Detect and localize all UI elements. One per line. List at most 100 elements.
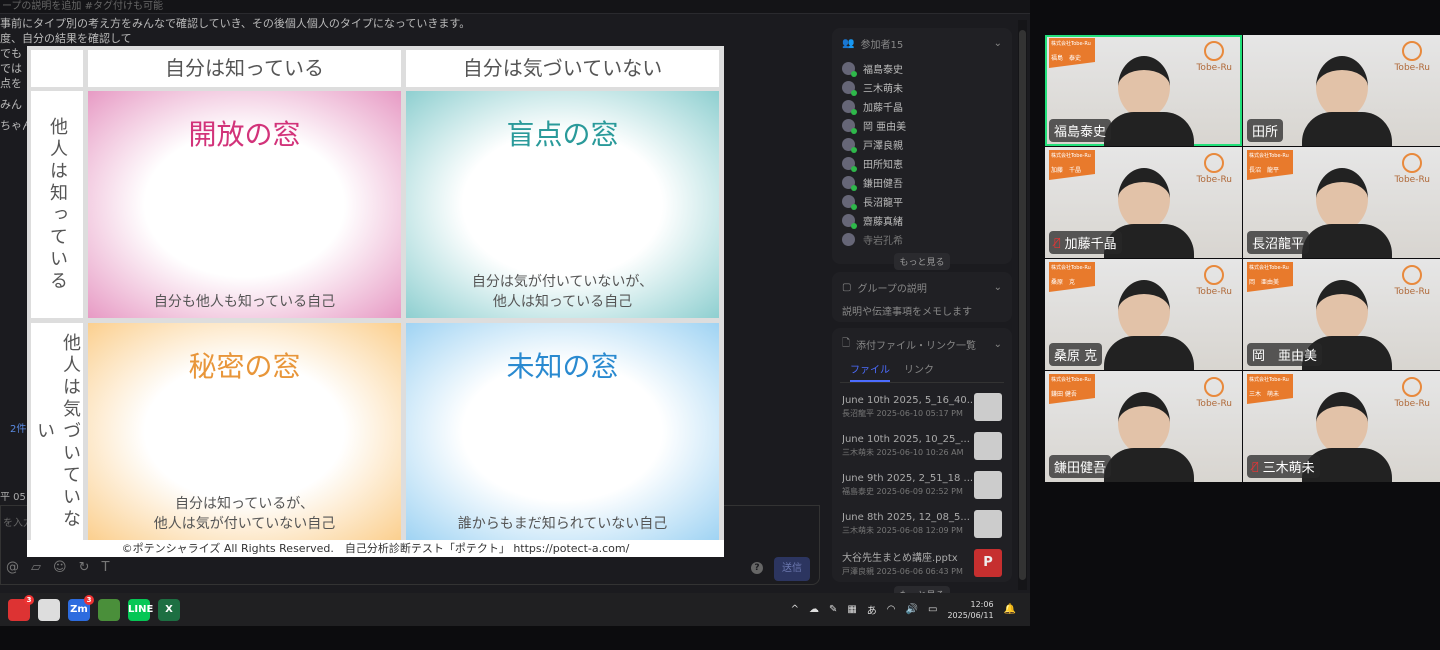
participant-item[interactable]: 鎌田健吾 xyxy=(832,173,1012,192)
participant-item[interactable]: 戸澤良親 xyxy=(832,135,1012,154)
participant-name: 田所知恵 xyxy=(863,160,903,171)
people-icon: 👥 xyxy=(842,38,855,49)
cell-caption: 自分も他人も知っている自己 xyxy=(153,294,336,310)
keyboard-icon[interactable]: ▦ xyxy=(847,604,856,615)
file-item[interactable]: June 9th 2025, 2_51_18 ... 福島泰史 2025-06-0… xyxy=(832,465,1012,504)
logo-text: Tobe-Ru xyxy=(1394,287,1430,297)
file-date: 2025-06-10 05:17 PM xyxy=(876,408,963,418)
cell-caption: 自分は知っているが、 他人は気が付いていない自己 xyxy=(153,496,336,532)
scrollbar[interactable] xyxy=(1018,20,1027,590)
scrollbar-thumb[interactable] xyxy=(1019,30,1026,580)
online-status-icon xyxy=(851,128,857,134)
reply-count-link[interactable]: 2件 xyxy=(10,420,26,435)
chevron-down-icon[interactable]: ⌄ xyxy=(994,282,1002,293)
attachments-header[interactable]: 🗋 添付ファイル・リンク一覧 ⌄ xyxy=(832,328,1012,361)
participant-item[interactable]: 加藤千晶 xyxy=(832,97,1012,116)
row-header-known: 他人は知っている xyxy=(31,91,83,318)
clock-date: 2025/06/11 xyxy=(947,610,994,620)
chevron-up-icon[interactable]: ^ xyxy=(791,604,799,615)
participant-name: 長沼龍平 xyxy=(863,198,903,209)
group-description-panel: ▢ グループの説明 ⌄ 説明や伝達事項をメモします xyxy=(832,272,1012,322)
chrome-icon[interactable] xyxy=(98,598,120,621)
participant-name: 鎌田健吾 xyxy=(863,179,903,190)
attachments-tabs: ファイル リンク xyxy=(840,361,1004,383)
clock[interactable]: 12:06 2025/06/11 xyxy=(947,599,993,621)
cell-title: 未知の窓 xyxy=(506,350,619,383)
cloud-icon[interactable]: ☁ xyxy=(809,604,819,615)
video-tile[interactable]: 株式会社Tobe-Ru 福島 泰史 Tobe-Ru 福島泰史 xyxy=(1045,35,1242,146)
name-badge: 株式会社Tobe-Ru 福島 泰史 xyxy=(1049,38,1095,68)
video-tile[interactable]: 株式会社Tobe-Ru 三木 萌未 Tobe-Ru 🎙̸ 三木萌未 xyxy=(1243,371,1440,482)
participant-name: 寺岩孔希 xyxy=(863,236,903,247)
app-red-icon[interactable]: 3 xyxy=(8,594,34,621)
participant-name: 岡 亜由美 xyxy=(863,122,907,133)
video-tile[interactable]: Tobe-Ru 田所 xyxy=(1243,35,1440,146)
video-tile[interactable]: 株式会社Tobe-Ru 加藤 千晶 Tobe-Ru 🎙̸ 加藤千晶 xyxy=(1045,147,1242,258)
tobe-ru-logo: Tobe-Ru xyxy=(1196,153,1232,185)
file-icon: 🗋 xyxy=(842,338,851,349)
online-status-icon xyxy=(851,204,857,210)
avatar xyxy=(842,233,855,246)
chevron-down-icon[interactable]: ⌄ xyxy=(994,339,1002,350)
tab-files[interactable]: ファイル xyxy=(850,361,890,382)
participants-header[interactable]: 👥 参加者15 ⌄ xyxy=(832,28,1012,59)
zoom-icon[interactable]: Zm 3 xyxy=(68,594,94,621)
chevron-down-icon[interactable]: ⌄ xyxy=(994,38,1002,49)
online-status-icon xyxy=(851,147,857,153)
avatar xyxy=(842,100,857,115)
group-description-bar[interactable]: ープの説明を追加 #タグ付けも可能 xyxy=(0,0,1030,14)
participant-item[interactable]: 寺岩孔希 xyxy=(832,230,1012,249)
badge-name: 桑原 克 xyxy=(1051,279,1076,286)
participant-name-label: 長沼龍平 xyxy=(1247,231,1310,254)
video-tile[interactable]: 株式会社Tobe-Ru 鎌田 健吾 Tobe-Ru 鎌田健吾 xyxy=(1045,371,1242,482)
text-format-icon[interactable]: T xyxy=(101,560,109,575)
attach-icon[interactable]: ↻ xyxy=(79,560,90,575)
file-item[interactable]: June 10th 2025, 5_16_40... 長沼龍平 2025-06-1… xyxy=(832,387,1012,426)
send-button[interactable]: 送信 xyxy=(774,557,810,581)
file-item[interactable]: June 10th 2025, 10_25_... 三木萌未 2025-06-10… xyxy=(832,426,1012,465)
mention-icon[interactable]: @ xyxy=(6,560,19,575)
video-tile[interactable]: 株式会社Tobe-Ru 長沼 龍平 Tobe-Ru 長沼龍平 xyxy=(1243,147,1440,258)
file-item[interactable]: 大谷先生まとめ講座.pptx 戸澤良親 2025-06-06 06:43 PM P xyxy=(832,543,1012,582)
participant-item[interactable]: 三木萌未 xyxy=(832,78,1012,97)
ime-indicator[interactable]: あ xyxy=(867,602,877,617)
participants-more-button[interactable]: もっと見る xyxy=(894,253,950,270)
tab-links[interactable]: リンク xyxy=(904,361,934,382)
stamp-icon[interactable]: ▱ xyxy=(31,560,41,575)
notification-badge: 3 xyxy=(24,594,34,605)
group-description-header[interactable]: ▢ グループの説明 ⌄ xyxy=(832,272,1012,303)
logo-text: Tobe-Ru xyxy=(1196,399,1232,409)
logo-text: Tobe-Ru xyxy=(1196,63,1232,73)
attachments-title: 添付ファイル・リンク一覧 xyxy=(856,341,977,352)
pen-icon[interactable]: ✎ xyxy=(829,604,837,615)
file-item[interactable]: June 8th 2025, 12_08_5... 三木萌未 2025-06-08… xyxy=(832,504,1012,543)
participant-video xyxy=(1301,168,1392,258)
participant-name-label: 岡 亜由美 xyxy=(1247,343,1323,366)
participant-item[interactable]: 田所知恵 xyxy=(832,154,1012,173)
battery-icon[interactable]: ▭ xyxy=(928,604,937,615)
system-tray: ^ ☁ ✎ ▦ あ ◠ 🔊 ▭ 12:06 2025/06/11 🔔 xyxy=(791,593,1016,626)
video-tile[interactable]: 株式会社Tobe-Ru 桑原 克 Tobe-Ru 桑原 克 xyxy=(1045,259,1242,370)
line-icon[interactable]: LINE xyxy=(128,598,153,621)
emoji-icon[interactable]: ☺ xyxy=(53,560,67,575)
excel-icon[interactable]: X xyxy=(158,598,180,621)
group-description-placeholder[interactable]: 説明や伝達事項をメモします xyxy=(832,303,1012,318)
volume-icon[interactable]: 🔊 xyxy=(906,604,918,615)
tobe-ru-logo: Tobe-Ru xyxy=(1196,41,1232,73)
tile-name: 鎌田健吾 xyxy=(1054,461,1107,476)
participant-item[interactable]: 岡 亜由美 xyxy=(832,116,1012,135)
help-icon[interactable]: ? xyxy=(751,562,763,574)
video-tile[interactable]: 株式会社Tobe-Ru 岡 亜由美 Tobe-Ru 岡 亜由美 xyxy=(1243,259,1440,370)
file-name: June 10th 2025, 10_25_... xyxy=(842,433,970,445)
document-icon[interactable] xyxy=(38,598,60,621)
cell-title: 秘密の窓 xyxy=(188,350,301,383)
file-date: 2025-06-09 02:52 PM xyxy=(876,486,963,496)
composer-toolbar: @ ▱ ☺ ↻ T xyxy=(6,560,109,575)
participant-item[interactable]: 齋藤真緒 xyxy=(832,211,1012,230)
notification-icon[interactable]: 🔔 xyxy=(1004,604,1016,615)
wifi-icon[interactable]: ◠ xyxy=(887,604,896,615)
file-name: June 9th 2025, 2_51_18 ... xyxy=(842,472,974,484)
participant-item[interactable]: 長沼龍平 xyxy=(832,192,1012,211)
participant-item[interactable]: 福島泰史 xyxy=(832,59,1012,78)
name-badge: 株式会社Tobe-Ru 加藤 千晶 xyxy=(1049,150,1095,180)
